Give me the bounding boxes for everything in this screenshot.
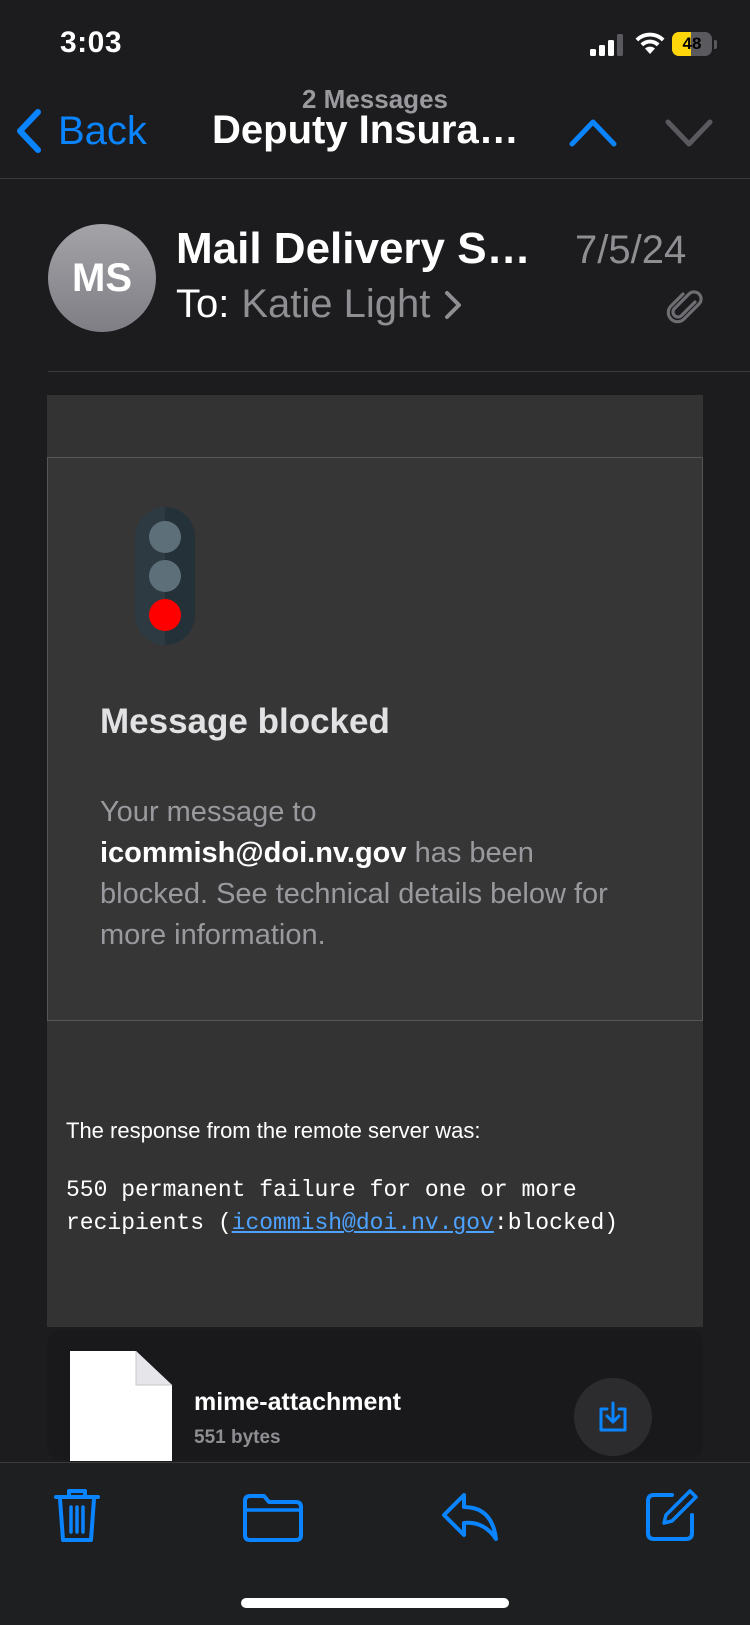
home-indicator (241, 1598, 509, 1608)
blocked-address-link[interactable]: icommish@doi.nv.gov (232, 1210, 494, 1236)
compose-icon[interactable] (644, 1487, 700, 1543)
reply-icon[interactable] (440, 1491, 500, 1543)
response-label: The response from the remote server was: (66, 1118, 481, 1143)
blocked-description: Your message to icommish@doi.nv.gov has … (100, 792, 620, 956)
clock: 3:03 (60, 26, 123, 59)
status-bar: 3:03 48 (0, 0, 750, 90)
header-divider (48, 371, 750, 372)
blocked-title: Message blocked (100, 702, 390, 741)
document-icon (70, 1351, 172, 1461)
download-button[interactable] (574, 1378, 652, 1456)
battery-level-text: 48 (682, 34, 702, 53)
back-button[interactable]: Back (16, 104, 147, 158)
recipient-name[interactable]: Katie Light (241, 282, 430, 327)
blocked-address: icommish@doi.nv.gov (100, 837, 407, 869)
response-code-suffix: :blocked) (493, 1210, 619, 1236)
paperclip-icon (666, 290, 703, 324)
download-icon (599, 1401, 627, 1432)
previous-message-button[interactable] (568, 114, 618, 150)
message-date: 7/5/24 (575, 228, 687, 272)
trash-icon[interactable] (52, 1487, 102, 1545)
recipient-line[interactable]: To: Katie Light (176, 282, 462, 327)
cellular-signal-icon (590, 34, 623, 56)
chevron-right-icon (445, 290, 462, 319)
response-code: 550 permanent failure for one or more re… (66, 1174, 686, 1240)
attachment-name[interactable]: mime-attachment (194, 1388, 401, 1417)
sender-name[interactable]: Mail Delivery Subsystem (176, 224, 546, 274)
wifi-icon (635, 32, 665, 54)
attachment-size: 551 bytes (194, 1427, 281, 1448)
next-message-button[interactable] (664, 114, 714, 150)
blocked-desc-prefix: Your message to (100, 796, 317, 828)
sender-avatar[interactable]: MS (48, 224, 156, 332)
chevron-left-icon (17, 109, 41, 153)
folder-icon[interactable] (242, 1493, 304, 1543)
battery-icon: 48 (672, 32, 718, 58)
thread-title: Deputy Insurance Commissioner (212, 108, 542, 152)
traffic-light-icon (135, 507, 195, 645)
back-label: Back (58, 108, 147, 153)
navigation-bar: 2 Messages Back Deputy Insurance Commiss… (0, 80, 750, 179)
to-label: To: (176, 282, 230, 326)
